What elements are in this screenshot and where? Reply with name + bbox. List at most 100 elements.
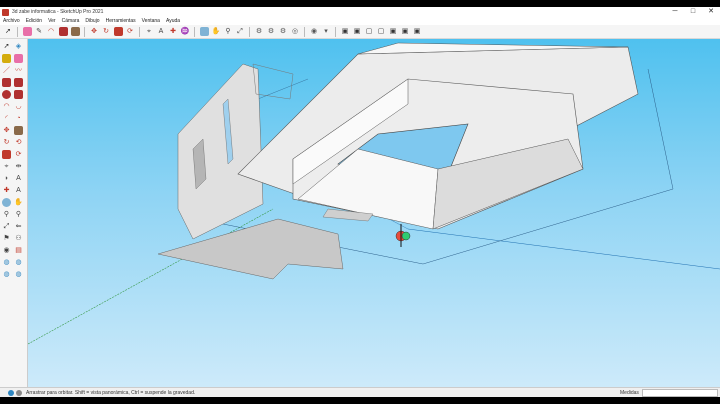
eraser-tool-icon[interactable] xyxy=(22,27,32,36)
arc-tool-icon[interactable]: ◠ xyxy=(47,27,56,36)
pie-icon[interactable]: ◔ xyxy=(14,114,23,123)
rectangle-icon[interactable] xyxy=(2,78,11,87)
section-icon[interactable]: ▤ xyxy=(14,246,23,255)
model-left-wall xyxy=(177,63,264,240)
3dtext-icon[interactable]: A xyxy=(14,186,23,195)
menu-edicion[interactable]: Edición xyxy=(23,18,45,24)
orbit-tool-icon[interactable] xyxy=(199,27,209,36)
move-icon[interactable]: ✥ xyxy=(2,126,11,135)
layout-tool-icon[interactable]: ⚙ xyxy=(279,27,288,36)
menu-herramientas[interactable]: Herramientas xyxy=(103,18,139,24)
xray-tool-icon[interactable]: ▣ xyxy=(341,27,350,36)
zoom-extents-icon[interactable]: ⤢ xyxy=(2,222,11,231)
status-text: Arrastrar para orbitar. Shift = vista pa… xyxy=(26,389,196,396)
sandbox-2-icon[interactable]: ◍ xyxy=(14,258,23,267)
measurements-label: Medidas xyxy=(620,389,639,396)
sketchup-logo-icon xyxy=(2,8,9,16)
left-toolbar: ➚ ◈ ／ 〰 ◠ ◡ ◜ ◔ ✥ ↻ ⟲ ⟳ ⌖ ⇹ ◗ A ✚ A ✋ ⚲ … xyxy=(0,39,28,387)
pan-tool-icon[interactable]: ✋ xyxy=(212,27,221,36)
position-camera-icon[interactable]: ⚑ xyxy=(2,234,11,243)
scale-icon[interactable] xyxy=(2,150,11,159)
zoom-window-icon[interactable]: ⚲ xyxy=(14,210,23,219)
axes-tool-icon[interactable]: ✚ xyxy=(169,27,178,36)
hidden-line-tool-icon[interactable]: ▢ xyxy=(377,27,386,36)
components-dropdown-icon[interactable]: ▾ xyxy=(322,27,331,36)
model-view xyxy=(28,42,720,345)
scale-tool-icon[interactable] xyxy=(113,27,123,36)
tape-measure-tool-icon[interactable]: ⌖ xyxy=(145,27,154,36)
zoom-extents-tool-icon[interactable]: ⤢ xyxy=(236,27,245,36)
main-toolbar: ➚ ✎ ◠ ✥ ↻ ⟳ ⌖ A ✚ ♒ ✋ ⚲ ⤢ ⚙ ⚙ ⚙ ◎ ◉ ▾ ▣ … xyxy=(0,25,720,39)
extension-warehouse-tool-icon[interactable]: ⚙ xyxy=(267,27,276,36)
circle-icon[interactable] xyxy=(2,90,11,99)
component-icon[interactable]: ◈ xyxy=(14,42,23,51)
menu-camara[interactable]: Cámara xyxy=(59,18,83,24)
title-bar: 3d zabe informatica - SketchUp Pro 2021 … xyxy=(0,7,720,17)
select-icon[interactable]: ➚ xyxy=(2,42,11,51)
select-tool-icon[interactable]: ➚ xyxy=(4,27,13,36)
shaded-textures-tool-icon[interactable]: ▣ xyxy=(401,27,410,36)
drawing-area[interactable] xyxy=(28,39,720,387)
orbit-icon[interactable] xyxy=(2,198,11,207)
arc-icon[interactable]: ◠ xyxy=(2,102,11,111)
offset-tool-icon[interactable]: ⟳ xyxy=(126,27,135,36)
back-edges-tool-icon[interactable]: ▣ xyxy=(353,27,362,36)
model-base-slab xyxy=(157,218,344,280)
zoom-tool-icon[interactable]: ⚲ xyxy=(224,27,233,36)
wireframe-tool-icon[interactable]: ▢ xyxy=(365,27,374,36)
arc-3pt-icon[interactable]: ◜ xyxy=(2,114,11,123)
paint-bucket-tool-icon[interactable]: ♒ xyxy=(181,27,190,36)
zoom-icon[interactable]: ⚲ xyxy=(2,210,11,219)
sketchup-window: 3d zabe informatica - SketchUp Pro 2021 … xyxy=(0,7,720,397)
look-around-icon[interactable]: ◉ xyxy=(2,246,11,255)
pushpull-icon[interactable] xyxy=(14,126,23,135)
close-button[interactable]: ✕ xyxy=(702,7,720,17)
window-title: 3d zabe informatica - SketchUp Pro 2021 xyxy=(12,9,104,15)
text-tool-icon[interactable]: A xyxy=(157,27,166,36)
rotate-icon[interactable]: ↻ xyxy=(2,138,11,147)
maximize-button[interactable]: □ xyxy=(684,7,702,17)
sandbox-1-icon[interactable]: ◍ xyxy=(2,258,11,267)
axes-icon[interactable]: ✚ xyxy=(2,186,11,195)
menu-ventana[interactable]: Ventana xyxy=(139,18,163,24)
line-icon[interactable]: ／ xyxy=(2,66,11,75)
line-tool-icon[interactable]: ✎ xyxy=(35,27,44,36)
menu-ver[interactable]: Ver xyxy=(45,18,59,24)
warehouse-tool-icon[interactable]: ⚙ xyxy=(255,27,264,36)
tape-icon[interactable]: ⌖ xyxy=(2,162,11,171)
menu-archivo[interactable]: Archivo xyxy=(0,18,23,24)
sandbox-4-icon[interactable]: ◍ xyxy=(14,270,23,279)
polygon-icon[interactable] xyxy=(14,90,23,99)
arc-2pt-icon[interactable]: ◡ xyxy=(14,102,23,111)
offset-icon[interactable]: ⟳ xyxy=(14,150,23,159)
previous-icon[interactable]: ⇐ xyxy=(14,222,23,231)
shaded-tool-icon[interactable]: ▣ xyxy=(389,27,398,36)
pan-icon[interactable]: ✋ xyxy=(14,198,23,207)
rotated-rect-icon[interactable] xyxy=(14,78,23,87)
protractor-icon[interactable]: ◗ xyxy=(2,174,11,183)
components-tool-icon[interactable]: ◉ xyxy=(310,27,319,36)
blue-axis-line xyxy=(407,228,720,270)
styles-tool-icon[interactable]: ◎ xyxy=(291,27,300,36)
walk-icon[interactable]: ⚇ xyxy=(14,234,23,243)
monochrome-tool-icon[interactable]: ▣ xyxy=(413,27,422,36)
minimize-button[interactable]: ─ xyxy=(666,7,684,17)
menu-ayuda[interactable]: Ayuda xyxy=(163,18,183,24)
measurements-input[interactable] xyxy=(642,389,718,397)
followme-icon[interactable]: ⟲ xyxy=(14,138,23,147)
eraser-icon[interactable] xyxy=(14,54,23,63)
dimension-icon[interactable]: ⇹ xyxy=(14,162,23,171)
text-icon[interactable]: A xyxy=(14,174,23,183)
shapes-tool-icon[interactable] xyxy=(58,27,68,36)
status-info-icon xyxy=(8,389,14,396)
move-tool-icon[interactable]: ✥ xyxy=(90,27,99,36)
status-bar: Arrastrar para orbitar. Shift = vista pa… xyxy=(0,387,720,397)
sandbox-3-icon[interactable]: ◍ xyxy=(2,270,11,279)
paint-icon[interactable] xyxy=(2,54,11,63)
menu-dibujo[interactable]: Dibujo xyxy=(82,18,102,24)
pushpull-tool-icon[interactable] xyxy=(70,27,80,36)
orbit-cursor-icon xyxy=(395,224,411,247)
freehand-icon[interactable]: 〰 xyxy=(14,66,23,75)
rotate-tool-icon[interactable]: ↻ xyxy=(102,27,111,36)
menu-bar: Archivo Edición Ver Cámara Dibujo Herram… xyxy=(0,17,720,25)
